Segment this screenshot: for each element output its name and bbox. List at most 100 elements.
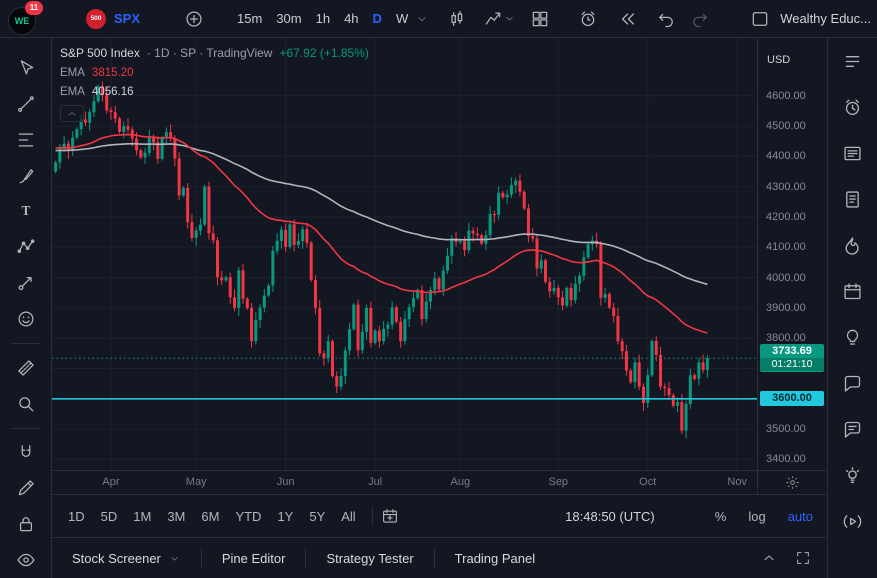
- pattern-tool-button[interactable]: [7, 229, 45, 265]
- account-name[interactable]: Wealthy Educ...: [780, 11, 871, 26]
- time-axis-label: Nov: [727, 476, 747, 488]
- news-button[interactable]: [841, 142, 865, 164]
- chart-style-button[interactable]: [447, 9, 467, 29]
- panel-expand-button[interactable]: [761, 550, 777, 566]
- timeframe-chevron-icon[interactable]: [415, 12, 429, 26]
- time-axis[interactable]: AprMayJunJulAugSepOctNov: [52, 470, 757, 494]
- range-1m[interactable]: 1M: [125, 509, 159, 524]
- tab-strategy-tester[interactable]: Strategy Tester: [306, 538, 433, 578]
- price-axis-label: 4500.00: [766, 120, 806, 132]
- top-toolbar: WE 11 500 SPX 15m30m1h4hDW: [0, 0, 877, 38]
- svg-text:T: T: [21, 204, 30, 219]
- price-axis-label: 4600.00: [766, 90, 806, 102]
- notification-badge: 11: [25, 1, 43, 15]
- axis-currency-label[interactable]: USD: [767, 54, 790, 66]
- watchlist-button[interactable]: [841, 50, 865, 72]
- range-5y[interactable]: 5Y: [301, 509, 333, 524]
- notebook-button[interactable]: [841, 188, 865, 210]
- time-axis-label: Apr: [102, 476, 119, 488]
- ideas-button[interactable]: [841, 326, 865, 348]
- compare-add-symbol-button[interactable]: [184, 9, 204, 29]
- bar-replay-button[interactable]: [618, 9, 638, 29]
- fullscreen-button[interactable]: [795, 550, 811, 566]
- account-logo[interactable]: WE 11: [8, 4, 38, 34]
- magnet-tool-button[interactable]: [7, 435, 45, 471]
- symbol-title: S&P 500 Index: [60, 46, 140, 60]
- session-clock[interactable]: 18:48:50 (UTC): [565, 509, 655, 524]
- messages-button[interactable]: [841, 418, 865, 440]
- tab-pine-editor[interactable]: Pine Editor: [202, 538, 306, 578]
- timeframe-30m[interactable]: 30m: [269, 0, 308, 38]
- range-ytd[interactable]: YTD: [227, 509, 269, 524]
- calendar-button[interactable]: [841, 280, 865, 302]
- log-scale-button[interactable]: log: [748, 509, 765, 524]
- pattern-icon: [16, 237, 36, 257]
- timeframe-group: 15m30m1h4hDW: [230, 0, 415, 38]
- range-1y[interactable]: 1Y: [269, 509, 301, 524]
- alert-button[interactable]: [578, 9, 598, 29]
- help-button[interactable]: [841, 464, 865, 486]
- emoji-tool-button[interactable]: [7, 301, 45, 337]
- news-icon: [842, 143, 863, 164]
- time-axis-label: Jun: [277, 476, 295, 488]
- hotlists-button[interactable]: [841, 234, 865, 256]
- forecast-tool-button[interactable]: [7, 265, 45, 301]
- alerts-button[interactable]: [841, 96, 865, 118]
- toolbar-divider: [11, 428, 41, 429]
- chat-icon: [842, 373, 863, 394]
- indicator-row-ema-fast[interactable]: EMA 3815.20: [60, 67, 369, 79]
- price-axis-label: 4000.00: [766, 272, 806, 284]
- indicators-button[interactable]: [483, 9, 503, 29]
- eye-tool-button[interactable]: [7, 542, 45, 578]
- timeframe-d[interactable]: D: [366, 0, 389, 38]
- tab-trading-panel[interactable]: Trading Panel: [435, 538, 555, 578]
- timeframe-15m[interactable]: 15m: [230, 0, 269, 38]
- time-axis-label: May: [186, 476, 207, 488]
- indicators-chevron-icon[interactable]: [503, 12, 516, 25]
- bottom-panel-tabs: Stock ScreenerPine EditorStrategy Tester…: [52, 537, 827, 578]
- undo-button[interactable]: [656, 9, 676, 29]
- zoom-tool-button[interactable]: [7, 386, 45, 422]
- auto-scale-button[interactable]: auto: [788, 509, 813, 524]
- time-axis-label: Aug: [451, 476, 471, 488]
- legend-collapse-button[interactable]: [60, 105, 84, 122]
- axis-settings-corner[interactable]: [757, 470, 827, 494]
- redo-button[interactable]: [690, 9, 710, 29]
- timeframe-w[interactable]: W: [389, 0, 415, 38]
- layout-grid-button[interactable]: [530, 9, 550, 29]
- go-to-date-button[interactable]: [381, 507, 399, 525]
- range-5d[interactable]: 5D: [93, 509, 126, 524]
- notebook-icon: [842, 189, 863, 210]
- legend-title-row[interactable]: S&P 500 Index · 1D · SP · TradingView +6…: [60, 46, 369, 60]
- chevron-up-icon: [66, 108, 78, 120]
- timeframe-4h[interactable]: 4h: [337, 0, 365, 38]
- replay-icon: [618, 9, 638, 29]
- chat-button[interactable]: [841, 372, 865, 394]
- range-1d[interactable]: 1D: [60, 509, 93, 524]
- percent-scale-button[interactable]: %: [715, 509, 727, 524]
- save-layout-button[interactable]: [750, 9, 770, 29]
- fib-retracement-tool-button[interactable]: [7, 122, 45, 158]
- price-change: +67.92 (+1.85%): [279, 46, 368, 60]
- tradingview-app: WE 11 500 SPX 15m30m1h4hDW: [0, 0, 877, 578]
- lock-tool-button[interactable]: [7, 506, 45, 542]
- chevron-down-icon: [168, 552, 181, 565]
- range-6m[interactable]: 6M: [193, 509, 227, 524]
- symbol-search-button[interactable]: SPX: [114, 11, 140, 26]
- tab-stock-screener[interactable]: Stock Screener: [52, 538, 201, 578]
- calendar-icon: [381, 507, 399, 525]
- range-3m[interactable]: 3M: [159, 509, 193, 524]
- symbol-group: 500 SPX: [86, 9, 140, 29]
- trend-line-tool-button[interactable]: [7, 86, 45, 122]
- timeframe-1h[interactable]: 1h: [309, 0, 337, 38]
- shows-button[interactable]: [841, 510, 865, 532]
- text-tool-button[interactable]: T: [7, 193, 45, 229]
- range-all[interactable]: All: [333, 509, 363, 524]
- price-axis[interactable]: USD 3733.69 01:21:10 3600.00 4600.004500…: [757, 38, 827, 470]
- indicator-row-ema-slow[interactable]: EMA 4056.16: [60, 86, 369, 98]
- brush-tool-button[interactable]: [7, 158, 45, 194]
- measure-tool-button[interactable]: [7, 350, 45, 386]
- undo-icon: [656, 9, 676, 29]
- draw-tool-button[interactable]: [7, 470, 45, 506]
- cursor-tool-button[interactable]: [7, 50, 45, 86]
